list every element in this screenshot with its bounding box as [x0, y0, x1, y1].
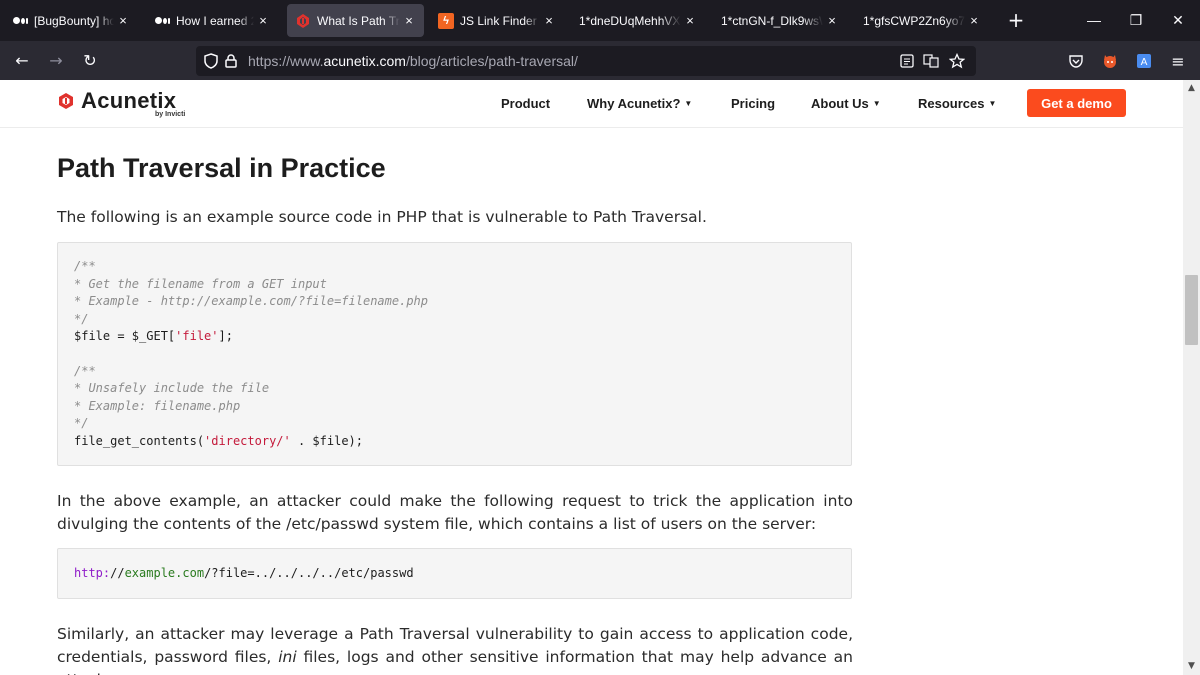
new-tab-button[interactable]: +: [1004, 8, 1028, 32]
close-tab-icon[interactable]: ×: [825, 13, 839, 28]
browser-tab[interactable]: 1*dneDUqMehhVXofU ×: [571, 4, 705, 37]
code-line: */: [74, 312, 89, 326]
browser-tab[interactable]: [BugBounty] how ×: [4, 4, 138, 37]
nav-why-acunetix[interactable]: Why Acunetix? ▼: [587, 96, 692, 111]
code-line: http://example.com/?file=../../../../etc…: [74, 566, 414, 580]
php-code-block: /** * Get the filename from a GET input …: [57, 242, 852, 466]
get-a-demo-button[interactable]: Get a demo: [1027, 89, 1126, 117]
acunetix-logo-icon: [59, 93, 73, 109]
code-line: */: [74, 416, 89, 430]
minimize-button[interactable]: —: [1084, 12, 1104, 28]
tab-title: JS Link Finder - Po: [460, 13, 540, 28]
section-heading: Path Traversal in Practice: [57, 153, 386, 183]
tab-title: 1*dneDUqMehhVXofU: [579, 13, 681, 28]
close-tab-icon[interactable]: ×: [967, 13, 981, 28]
browser-tab-strip: [BugBounty] how × How I earned 200 × Wha…: [0, 0, 1200, 41]
browser-toolbar: ← → ↻ https://www.acunetix.com/blog/arti…: [0, 41, 1200, 80]
nav-pricing[interactable]: Pricing: [731, 96, 775, 111]
bookmark-star-icon[interactable]: [948, 52, 966, 70]
tab-title: How I earned 200: [176, 13, 254, 28]
chevron-down-icon: ▼: [988, 99, 997, 108]
tab-title: 1*ctnGN-f_Dlk9wsWb: [721, 13, 823, 28]
logo-subtitle: by Invicti: [155, 111, 186, 118]
scrollbar-thumb[interactable]: [1185, 275, 1198, 345]
close-tab-icon[interactable]: ×: [542, 13, 556, 28]
code-line: file_get_contents('directory/' . $file);: [74, 434, 363, 448]
chevron-down-icon: ▼: [684, 99, 693, 108]
medium-icon: [154, 13, 170, 29]
scroll-down-icon[interactable]: ▼: [1183, 658, 1200, 675]
browser-tab[interactable]: 1*gfsCWP2Zn6yo7UB ×: [855, 4, 989, 37]
code-line: /**: [74, 364, 96, 378]
code-line: * Example - http://example.com/?file=fil…: [74, 294, 429, 308]
extension-fox-icon[interactable]: [1100, 51, 1120, 71]
restore-button[interactable]: ❐: [1126, 12, 1146, 29]
medium-icon: [12, 13, 28, 29]
browser-tab-active[interactable]: What Is Path Trave ×: [287, 4, 424, 37]
reload-button[interactable]: ↻: [79, 50, 101, 72]
reader-view-icon[interactable]: [898, 52, 916, 70]
browser-tab[interactable]: 1*ctnGN-f_Dlk9wsWb ×: [713, 4, 847, 37]
svg-text:A: A: [1141, 57, 1148, 68]
back-button[interactable]: ←: [11, 50, 33, 72]
browser-tab[interactable]: How I earned 200 ×: [146, 4, 278, 37]
tab-title: [BugBounty] how: [34, 13, 114, 28]
code-line: * Example: filename.php: [74, 399, 241, 413]
tracking-shield-icon[interactable]: [202, 52, 220, 70]
explanation-paragraph: In the above example, an attacker could …: [57, 492, 853, 533]
url-text[interactable]: https://www.acunetix.com/blog/articles/p…: [248, 53, 578, 69]
tab-title: What Is Path Trave: [317, 13, 400, 28]
nav-product[interactable]: Product: [501, 96, 550, 111]
address-bar[interactable]: https://www.acunetix.com/blog/articles/p…: [196, 46, 976, 76]
close-tab-icon[interactable]: ×: [256, 13, 270, 28]
acunetix-icon: [295, 13, 311, 29]
pocket-icon[interactable]: [1066, 51, 1086, 71]
close-tab-icon[interactable]: ×: [402, 13, 416, 28]
translate-extension-icon[interactable]: A: [1134, 51, 1154, 71]
code-line: /**: [74, 259, 96, 273]
js-link-finder-icon: ϟ: [438, 12, 454, 29]
menu-icon[interactable]: ≡: [1168, 51, 1188, 71]
close-window-button[interactable]: ✕: [1168, 12, 1188, 29]
intro-paragraph: The following is an example source code …: [57, 208, 707, 226]
code-line: $file = $_GET['file'];: [74, 329, 233, 343]
code-line: * Unsafely include the file: [74, 381, 270, 395]
page-scrollbar[interactable]: ▲ ▼: [1183, 80, 1200, 675]
site-header: Acunetix by Invicti Product Why Acunetix…: [0, 80, 1183, 128]
forward-button[interactable]: →: [45, 50, 67, 72]
translate-icon[interactable]: [922, 52, 940, 70]
closing-paragraph: Similarly, an attacker may leverage a Pa…: [57, 625, 853, 675]
nav-resources[interactable]: Resources ▼: [918, 96, 996, 111]
tab-title: 1*gfsCWP2Zn6yo7UB: [863, 13, 965, 28]
chevron-down-icon: ▼: [872, 99, 881, 108]
close-tab-icon[interactable]: ×: [116, 13, 130, 28]
close-tab-icon[interactable]: ×: [683, 13, 697, 28]
lock-icon[interactable]: [222, 52, 240, 70]
browser-tab[interactable]: ϟ JS Link Finder - Po ×: [430, 4, 564, 37]
nav-about-us[interactable]: About Us ▼: [811, 96, 881, 111]
code-line: * Get the filename from a GET input: [74, 277, 327, 291]
request-code-block: http://example.com/?file=../../../../etc…: [57, 548, 852, 599]
scroll-up-icon[interactable]: ▲: [1183, 80, 1200, 97]
